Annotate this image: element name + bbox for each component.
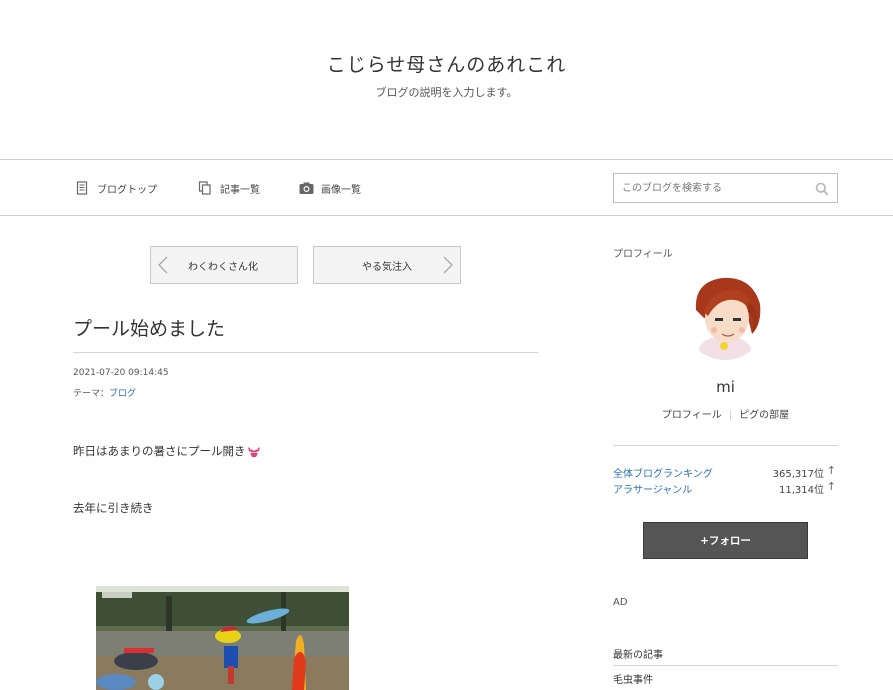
copy-icon — [198, 181, 212, 195]
latest-divider — [613, 665, 838, 666]
ranking-name[interactable]: アラサージャンル — [613, 485, 692, 496]
nav-image-list-label: 画像一覧 — [321, 184, 361, 196]
entry-paragraph: 昨日はあまりの暑さにプール開き — [73, 443, 261, 459]
profile-link[interactable]: プロフィール — [662, 410, 722, 421]
latest-article-link[interactable]: 毛虫事件 — [613, 671, 653, 686]
ranking-row: 全体ブログランキング 365,317位 ↑ — [613, 464, 838, 480]
entry-theme: テーマ：ブログ — [73, 386, 136, 399]
entry-photo[interactable] — [96, 586, 349, 690]
theme-link[interactable]: ブログ — [109, 389, 136, 399]
prev-entry-button[interactable]: わくわくさん化 — [150, 246, 298, 284]
link-separator: | — [728, 410, 733, 421]
global-nav: ブログトップ 記事一覧 画像一覧 — [0, 159, 893, 216]
chevron-left-icon — [155, 256, 173, 274]
document-icon — [75, 181, 89, 195]
nav-article-list[interactable]: 記事一覧 — [198, 180, 260, 196]
nav-blog-top-label: ブログトップ — [97, 184, 157, 196]
ranking-value: 11,314位 — [779, 485, 824, 496]
profile-heading: プロフィール — [613, 249, 673, 260]
next-entry-button[interactable]: やる気注入 — [313, 246, 461, 284]
blog-title[interactable]: こじらせ母さんのあれこれ — [0, 50, 893, 77]
sidebar-divider — [613, 445, 838, 446]
entry-date: 2021-07-20 09:14:45 — [73, 368, 169, 378]
blog-header: こじらせ母さんのあれこれ ブログの説明を入力します。 — [0, 0, 893, 159]
blog-description: ブログの説明を入力します。 — [375, 86, 518, 99]
arrow-up-icon: ↑ — [826, 480, 836, 493]
ranking-value: 365,317位 — [772, 469, 824, 480]
title-divider — [73, 352, 538, 353]
nav-article-list-label: 記事一覧 — [220, 184, 260, 196]
camera-icon — [299, 181, 314, 195]
search-input[interactable] — [614, 174, 804, 202]
theme-prefix: テーマ： — [73, 389, 110, 399]
ranking-name[interactable]: 全体ブログランキング — [613, 469, 713, 480]
blog-search — [613, 173, 838, 203]
pig-room-link[interactable]: ピグの部屋 — [739, 410, 789, 421]
next-entry-label: やる気注入 — [362, 261, 412, 273]
entry-paragraph-text: 昨日はあまりの暑さにプール開き — [73, 444, 246, 458]
follow-button[interactable]: +フォロー — [643, 522, 808, 559]
entry-title[interactable]: プール始めました — [73, 314, 225, 341]
nav-blog-top[interactable]: ブログトップ — [75, 180, 157, 196]
bikini-icon — [247, 446, 261, 458]
avatar[interactable] — [682, 268, 768, 360]
profile-links: プロフィール | ピグの部屋 — [613, 406, 838, 421]
nav-image-list[interactable]: 画像一覧 — [299, 180, 361, 196]
latest-articles-heading: 最新の記事 — [613, 650, 663, 661]
ranking-row: アラサージャンル 11,314位 ↑ — [613, 480, 838, 496]
arrow-up-icon: ↑ — [826, 464, 836, 477]
entry-paragraph: 去年に引き続き — [73, 501, 154, 515]
prev-entry-label: わくわくさん化 — [188, 261, 258, 273]
search-icon[interactable] — [815, 181, 829, 196]
profile-name[interactable]: mi — [613, 378, 838, 396]
chevron-right-icon — [438, 256, 456, 274]
ad-label: AD — [613, 597, 628, 608]
